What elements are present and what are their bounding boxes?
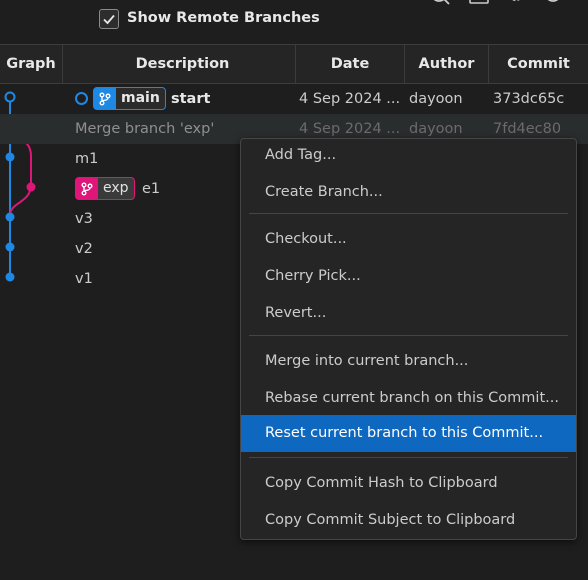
commit-description: v3 bbox=[75, 211, 93, 227]
context-menu: Add Tag... Create Branch... Checkout... … bbox=[240, 138, 577, 540]
branch-name: exp bbox=[98, 178, 134, 199]
refresh-icon[interactable] bbox=[542, 0, 564, 10]
column-description[interactable]: Description bbox=[70, 45, 295, 83]
menu-item-revert[interactable]: Revert... bbox=[241, 295, 576, 332]
menu-item-cherry-pick[interactable]: Cherry Pick... bbox=[241, 258, 576, 295]
menu-item-checkout[interactable]: Checkout... bbox=[241, 221, 576, 258]
menu-item-copy-hash[interactable]: Copy Commit Hash to Clipboard bbox=[241, 465, 576, 502]
branch-icon bbox=[76, 178, 98, 199]
table-row[interactable]: main start 4 Sep 2024 ... dayoon 373dc65… bbox=[0, 84, 588, 114]
commit-description: v2 bbox=[75, 241, 93, 257]
column-graph[interactable]: Graph bbox=[0, 45, 62, 83]
commit-description: e1 bbox=[142, 181, 161, 197]
menu-separator bbox=[249, 457, 568, 458]
terminal-icon[interactable] bbox=[468, 0, 490, 10]
column-date[interactable]: Date bbox=[296, 45, 404, 83]
menu-item-add-tag[interactable]: Add Tag... bbox=[241, 137, 576, 174]
commit-description: v1 bbox=[75, 271, 93, 287]
menu-separator bbox=[249, 335, 568, 336]
uncommitted-dot-icon bbox=[75, 92, 88, 105]
menu-item-copy-subject[interactable]: Copy Commit Subject to Clipboard bbox=[241, 502, 576, 539]
branch-name: main bbox=[116, 88, 165, 109]
column-divider[interactable] bbox=[62, 45, 63, 83]
commit-description: m1 bbox=[75, 151, 99, 167]
show-remote-label[interactable]: Show Remote Branches bbox=[127, 10, 320, 26]
menu-item-reset[interactable]: Reset current branch to this Commit... bbox=[241, 415, 576, 452]
menu-item-rebase[interactable]: Rebase current branch on this Commit... bbox=[241, 380, 576, 417]
column-author[interactable]: Author bbox=[405, 45, 488, 83]
menu-separator bbox=[249, 213, 568, 214]
branch-label-exp[interactable]: exp bbox=[75, 177, 135, 200]
commit-description: start bbox=[171, 91, 211, 107]
menu-item-create-branch[interactable]: Create Branch... bbox=[241, 174, 576, 211]
commit-hash: 373dc65c bbox=[493, 91, 565, 107]
commit-description: Merge branch 'exp' bbox=[75, 121, 215, 137]
column-commit[interactable]: Commit bbox=[489, 45, 588, 83]
toolbar: Show Remote Branches bbox=[0, 0, 588, 44]
commit-date: 4 Sep 2024 ... bbox=[299, 91, 399, 107]
gear-icon[interactable] bbox=[506, 0, 526, 10]
table-header: Graph Description Date Author Commit bbox=[0, 44, 588, 84]
show-remote-checkbox[interactable] bbox=[99, 9, 119, 29]
checkmark-icon bbox=[103, 14, 115, 25]
branch-label-main[interactable]: main bbox=[93, 87, 166, 110]
menu-item-merge[interactable]: Merge into current branch... bbox=[241, 343, 576, 380]
search-icon[interactable] bbox=[430, 0, 452, 10]
commit-author: dayoon bbox=[409, 91, 463, 107]
branch-icon bbox=[94, 88, 116, 109]
